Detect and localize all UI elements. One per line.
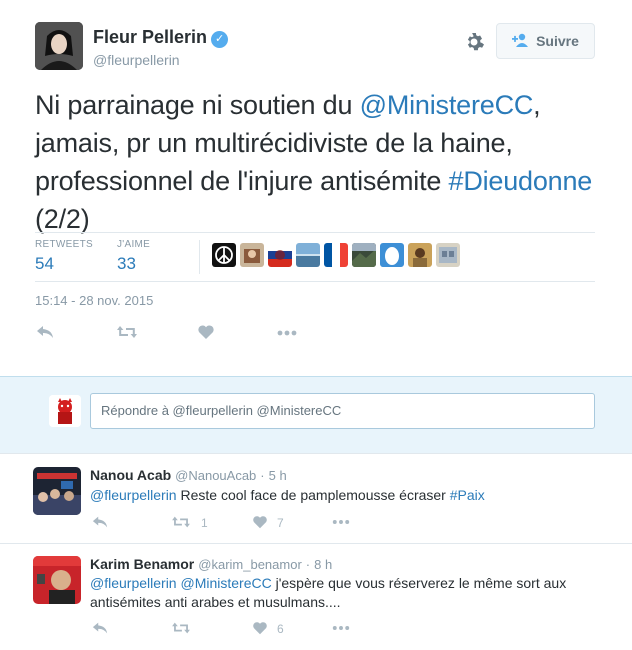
- tweet-text: Ni parrainage ni soutien du @MinistereCC…: [35, 86, 610, 238]
- reply-dot-separator: ·: [305, 557, 311, 572]
- reply-item[interactable]: Nanou Acab @NanouAcab · 5 h @fleurpellerin …: [0, 455, 632, 544]
- reply-input[interactable]: Répondre à @fleurpellerin @MinistereCC: [90, 393, 595, 429]
- retweet-icon[interactable]: [116, 323, 138, 346]
- reply-item[interactable]: Karim Benamor @karim_benamor · 8 h @fleurpe…: [0, 545, 632, 650]
- more-icon[interactable]: [331, 620, 351, 640]
- reply-body: Reste cool face de pamplemousse écraser: [176, 487, 450, 503]
- retweet-icon[interactable]: [171, 620, 191, 640]
- reply-like-count: 7: [277, 516, 284, 530]
- reply-mention-link[interactable]: @MinistereCC: [180, 575, 271, 591]
- reply-author-name[interactable]: Karim Benamor: [90, 556, 194, 572]
- liker-avatar[interactable]: [296, 243, 320, 267]
- retweets-label: RETWEETS: [35, 239, 93, 250]
- tweet-hashtag-link[interactable]: #Dieudonne: [449, 166, 593, 196]
- reply-author[interactable]: Karim Benamor @karim_benamor · 8 h: [90, 556, 332, 572]
- author-avatar[interactable]: [35, 22, 83, 70]
- liker-avatar[interactable]: [436, 243, 460, 267]
- liker-avatar[interactable]: [380, 243, 404, 267]
- tweet-mention-link[interactable]: @MinistereCC: [360, 90, 534, 120]
- reply-text: @fleurpellerin Reste cool face de pample…: [90, 486, 610, 505]
- tweet-text-part1: Ni parrainage ni soutien du: [35, 90, 360, 120]
- reply-icon[interactable]: [91, 514, 109, 534]
- liker-avatar[interactable]: [268, 243, 292, 267]
- reply-author-handle[interactable]: @karim_benamor: [198, 557, 302, 572]
- author-name-text[interactable]: Fleur Pellerin: [93, 27, 207, 47]
- reply-avatar[interactable]: [33, 556, 81, 604]
- reply-icon[interactable]: [91, 620, 109, 640]
- author-handle[interactable]: @fleurpellerin: [93, 52, 180, 68]
- main-tweet: Fleur Pellerin ✓ @fleurpellerin Suivre Ni…: [0, 0, 632, 376]
- likes-count[interactable]: 33: [117, 254, 136, 274]
- reply-mention-link[interactable]: @fleurpellerin: [90, 487, 177, 503]
- more-icon[interactable]: [276, 323, 298, 346]
- reply-like-count: 6: [277, 622, 284, 636]
- liker-avatar[interactable]: [212, 243, 236, 267]
- follow-label: Suivre: [536, 33, 579, 49]
- verified-badge-icon: ✓: [211, 31, 229, 48]
- heart-icon[interactable]: [252, 514, 268, 534]
- heart-icon[interactable]: [252, 620, 268, 640]
- retweet-icon[interactable]: [171, 514, 191, 534]
- reply-compose-area: Répondre à @fleurpellerin @MinistereCC: [0, 376, 632, 454]
- reply-time[interactable]: 5 h: [269, 468, 287, 483]
- reply-author-handle[interactable]: @NanouAcab: [175, 468, 256, 483]
- liker-avatar[interactable]: [352, 243, 376, 267]
- reply-time[interactable]: 8 h: [314, 557, 332, 572]
- likers-avatars: [212, 243, 460, 267]
- follow-person-icon: [512, 33, 530, 50]
- liker-avatar[interactable]: [240, 243, 264, 267]
- reply-hashtag-link[interactable]: #Paix: [450, 487, 485, 503]
- follow-button[interactable]: Suivre: [496, 23, 595, 59]
- more-icon[interactable]: [331, 514, 351, 534]
- stats-divider-bottom: [35, 281, 595, 282]
- reply-icon[interactable]: [35, 323, 55, 346]
- likes-label: J'AIME: [117, 239, 151, 250]
- reply-author-name[interactable]: Nanou Acab: [90, 467, 171, 483]
- reply-retweet-count: 1: [201, 516, 208, 530]
- stats-separator: [199, 240, 200, 274]
- reply-avatar[interactable]: [33, 467, 81, 515]
- reply-mention-link[interactable]: @fleurpellerin: [90, 575, 177, 591]
- current-user-avatar: [49, 395, 81, 427]
- reply-dot-separator: ·: [260, 468, 265, 483]
- gear-icon[interactable]: [462, 30, 486, 54]
- reply-text: @fleurpellerin @MinistereCC j'espère que…: [90, 574, 610, 612]
- author-name[interactable]: Fleur Pellerin ✓: [93, 27, 229, 48]
- tweet-timestamp[interactable]: 15:14 - 28 nov. 2015: [35, 293, 153, 308]
- liker-avatar[interactable]: [324, 243, 348, 267]
- stats-divider-top: [35, 232, 595, 233]
- liker-avatar[interactable]: [408, 243, 432, 267]
- heart-icon[interactable]: [197, 323, 215, 346]
- reply-author[interactable]: Nanou Acab @NanouAcab · 5 h: [90, 467, 287, 483]
- tweet-text-part3: (2/2): [35, 204, 90, 234]
- retweets-count[interactable]: 54: [35, 254, 54, 274]
